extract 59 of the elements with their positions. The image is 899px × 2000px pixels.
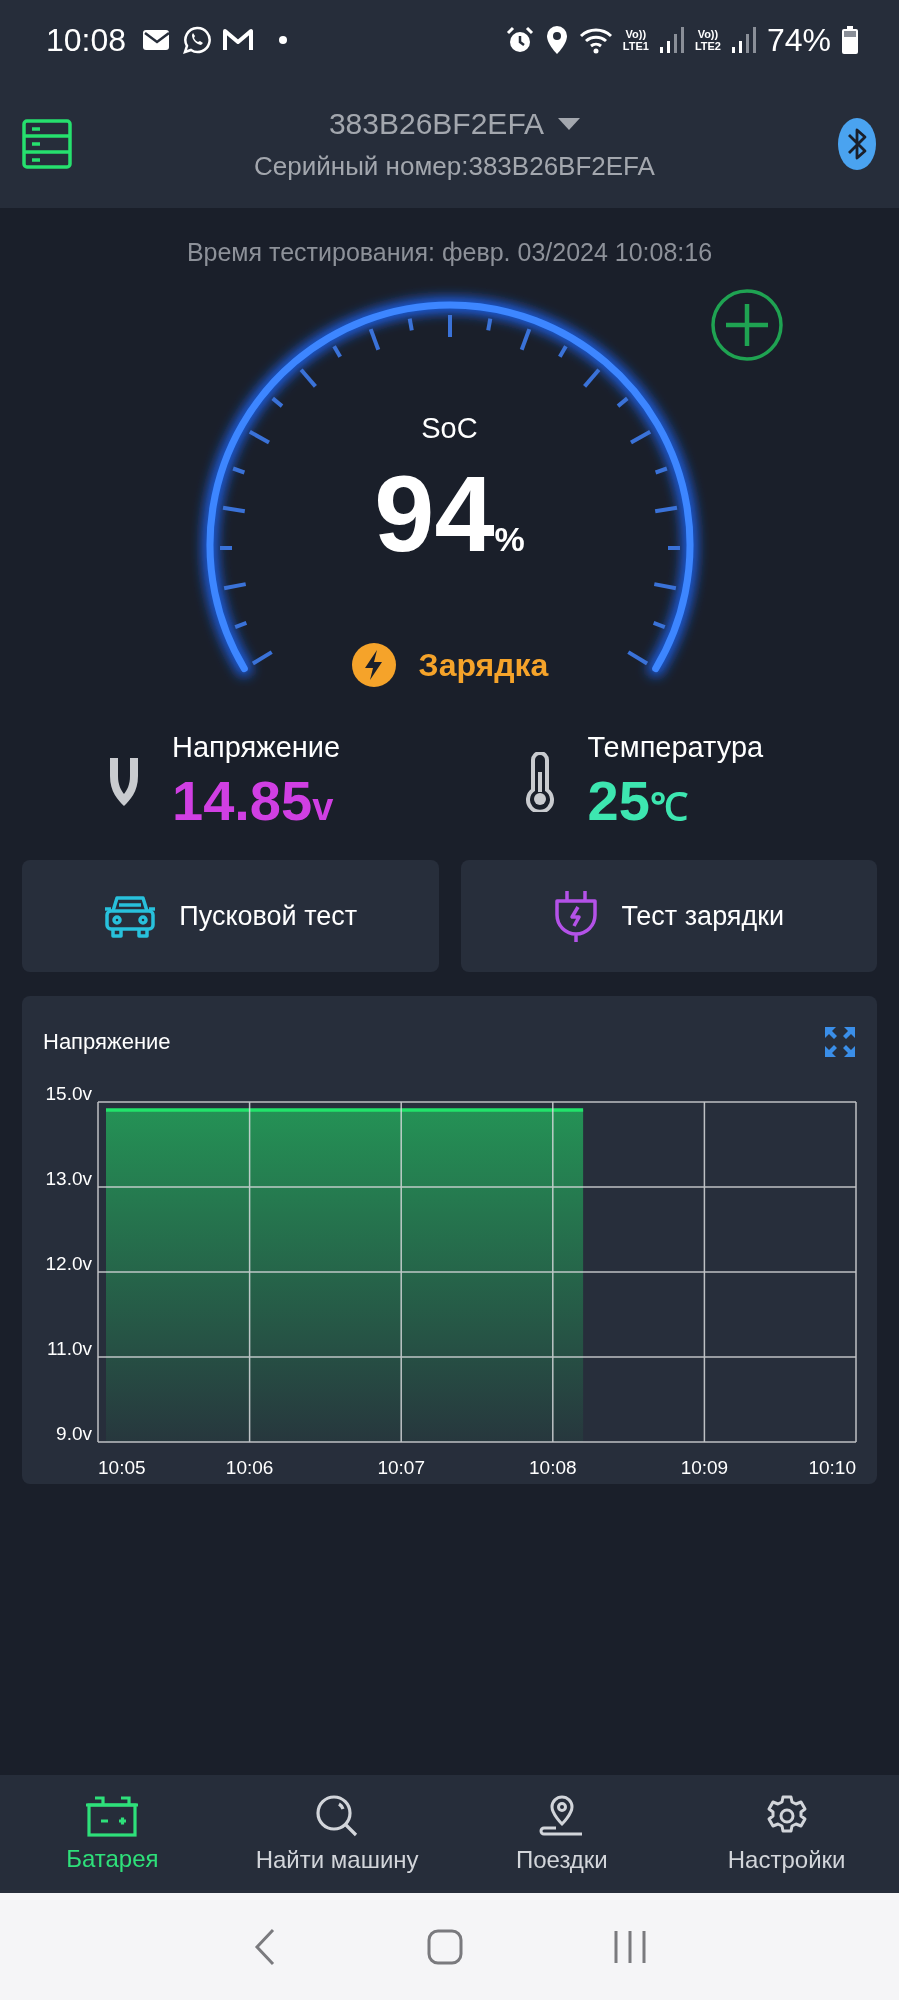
add-icon[interactable]: [710, 288, 784, 362]
test-button[interactable]: Тест зарядки: [460, 860, 877, 972]
x-axis-label: 10:07: [377, 1457, 425, 1476]
menu-icon[interactable]: [22, 119, 72, 169]
chat-bubble-icon: [182, 25, 213, 55]
signal-icon: [658, 26, 685, 54]
metric-label: Напряжение: [172, 731, 341, 764]
y-axis-label: 15.0v: [45, 1083, 92, 1104]
y-axis-label: 9.0v: [56, 1423, 92, 1444]
x-axis-label: 10:08: [529, 1457, 577, 1476]
wifi-icon: [578, 26, 613, 54]
soc-label: SoC: [420, 412, 479, 445]
plug-icon: [553, 889, 600, 943]
y-axis-label: 11.0v: [46, 1338, 92, 1359]
network-label: LTE1: [622, 40, 649, 52]
lightning-icon: [350, 642, 397, 688]
network-label: Vo)): [625, 28, 647, 40]
nav-tab[interactable]: Настройки: [674, 1775, 899, 1893]
x-axis-label: 10:09: [680, 1457, 729, 1476]
clock-time: 10:08: [46, 21, 127, 59]
metric-value: 14.85: [172, 768, 313, 833]
network-label: Vo)): [697, 28, 719, 40]
location-pin-icon: [544, 25, 569, 55]
y-axis-label: 13.0v: [45, 1168, 92, 1189]
soc-value: 94: [374, 460, 495, 568]
y-axis-label: 12.0v: [45, 1253, 92, 1274]
back-icon[interactable]: [252, 1927, 277, 1966]
home-icon[interactable]: [426, 1928, 463, 1965]
x-axis-label: 10:10: [808, 1457, 856, 1476]
alarm-clock-icon: [504, 25, 535, 55]
x-axis-label: 10:06: [225, 1457, 274, 1476]
bluetooth-icon[interactable]: [837, 117, 877, 171]
signal-icon: [730, 26, 757, 54]
device-name[interactable]: 383B26BF2EFA: [328, 106, 545, 141]
nav-tab[interactable]: Найти машину: [224, 1775, 450, 1893]
logo-icon: [222, 27, 255, 53]
metric-unit: ℃: [649, 785, 688, 830]
chart-title: Напряжение: [43, 1029, 171, 1055]
serial-number: Серийный номер:383B26BF2EFA: [254, 150, 655, 182]
test-button[interactable]: Пусковой тест: [22, 860, 439, 972]
car-icon: [103, 893, 158, 939]
dot-icon: [278, 35, 289, 45]
battery-percent: 74%: [766, 21, 831, 59]
dropdown-caret-icon[interactable]: [558, 117, 581, 130]
metric-label: Температура: [587, 731, 764, 764]
battery-icon: [841, 25, 859, 55]
x-axis-label: 10:05: [98, 1457, 146, 1476]
battery-icon: [85, 1795, 140, 1837]
expand-icon[interactable]: [823, 1025, 857, 1059]
nav-tab[interactable]: Батарея: [0, 1775, 225, 1893]
recent-apps-icon[interactable]: [612, 1929, 647, 1964]
metric-unit: v: [312, 786, 334, 829]
metric-value: 25: [587, 768, 650, 833]
nav-tab[interactable]: Поездки: [449, 1775, 675, 1893]
test-time: Время тестирования: февр. 03/2024 10:08:16: [185, 238, 714, 268]
soc-unit: %: [494, 520, 525, 559]
charging-status: Зарядка: [418, 646, 549, 684]
network-label: LTE2: [694, 40, 721, 52]
search-icon: [315, 1794, 360, 1838]
